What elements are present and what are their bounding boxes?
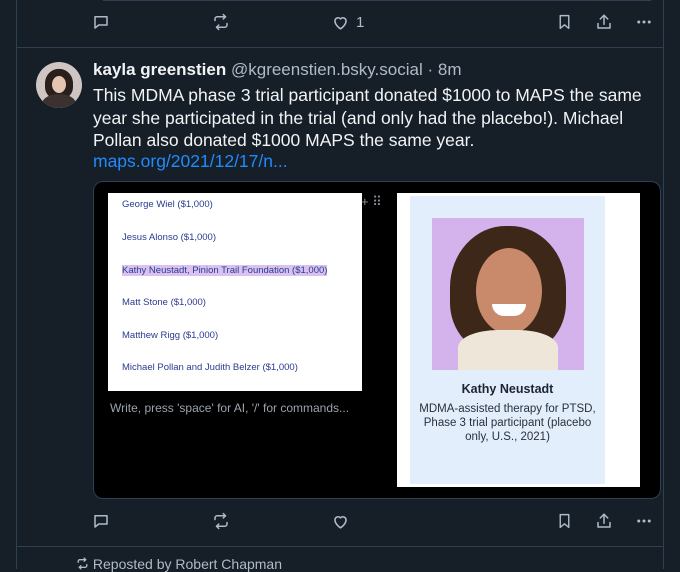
- donor-list-document: George Wiel ($1,000) Jesus Alonso ($1,00…: [108, 193, 362, 391]
- like-icon: [334, 16, 347, 30]
- participant-name: Kathy Neustadt: [461, 382, 554, 396]
- post-image[interactable]: George Wiel ($1,000) Jesus Alonso ($1,00…: [93, 181, 661, 499]
- like-button[interactable]: [331, 508, 350, 534]
- like-button[interactable]: 1: [331, 9, 364, 35]
- prev-post-actions: 1: [92, 9, 662, 35]
- participant-card: Kathy Neustadt MDMA-assisted therapy for…: [397, 193, 640, 487]
- post-divider: [17, 47, 663, 48]
- participant-card-panel: Kathy Neustadt MDMA-assisted therapy for…: [410, 196, 605, 484]
- post-link[interactable]: maps.org/2021/12/17/n...: [93, 151, 288, 172]
- repost-small-icon: [77, 557, 88, 570]
- post-time[interactable]: 8m: [438, 60, 462, 79]
- reply-button[interactable]: [92, 508, 110, 534]
- donor-line: Matt Stone ($1,000): [122, 297, 206, 308]
- share-icon: [597, 513, 611, 528]
- post-header: kayla greenstien @kgreenstien.bsky.socia…: [93, 60, 462, 80]
- avatar[interactable]: [36, 62, 82, 108]
- donor-line: George Wiel ($1,000): [122, 199, 213, 210]
- editor-placeholder: Write, press 'space' for AI, '/' for com…: [110, 401, 350, 415]
- donor-line: Matthew Rigg ($1,000): [122, 330, 219, 341]
- share-button[interactable]: [595, 508, 613, 534]
- repost-icon: [214, 13, 228, 31]
- reply-icon: [94, 16, 108, 29]
- share-button[interactable]: [595, 9, 613, 35]
- participant-description: MDMA-assisted therapy for PTSD, Phase 3 …: [419, 403, 596, 443]
- reply-button[interactable]: [92, 9, 110, 35]
- repost-button[interactable]: [212, 508, 230, 534]
- repost-attribution[interactable]: Reposted by Robert Chapman: [76, 556, 282, 572]
- donor-line-highlighted: Kathy Neustadt, Pinion Trail Foundation …: [122, 265, 328, 276]
- left-border: [16, 0, 17, 569]
- repost-label: Reposted by Robert Chapman: [92, 556, 282, 572]
- author-name[interactable]: kayla greenstien: [93, 60, 226, 79]
- post-divider: [17, 546, 663, 547]
- more-button[interactable]: [634, 9, 654, 35]
- right-border: [663, 0, 664, 569]
- donor-line: Michael Pollan and Judith Belzer ($1,000…: [122, 362, 298, 373]
- participant-photo: [432, 218, 584, 370]
- share-icon: [597, 14, 611, 29]
- separator-dot: ·: [427, 60, 434, 79]
- post-actions: [92, 508, 662, 534]
- more-icon: [637, 20, 651, 24]
- bookmark-icon: [559, 14, 570, 30]
- post-text: This MDMA phase 3 trial participant dona…: [93, 85, 642, 150]
- bookmark-icon: [559, 513, 570, 529]
- previous-media-edge: [103, 0, 651, 1]
- repost-button[interactable]: [212, 9, 230, 35]
- repost-icon: [214, 512, 228, 530]
- bookmark-button[interactable]: [556, 508, 573, 534]
- author-handle[interactable]: @kgreenstien.bsky.social: [231, 60, 423, 79]
- like-icon: [334, 515, 347, 529]
- bookmark-button[interactable]: [556, 9, 573, 35]
- more-button[interactable]: [634, 508, 654, 534]
- like-count: 1: [356, 13, 365, 31]
- donor-line: Jesus Alonso ($1,000): [122, 232, 217, 243]
- editor-tools: + ⠿: [361, 194, 382, 209]
- reply-icon: [94, 515, 108, 528]
- more-icon: [637, 519, 651, 523]
